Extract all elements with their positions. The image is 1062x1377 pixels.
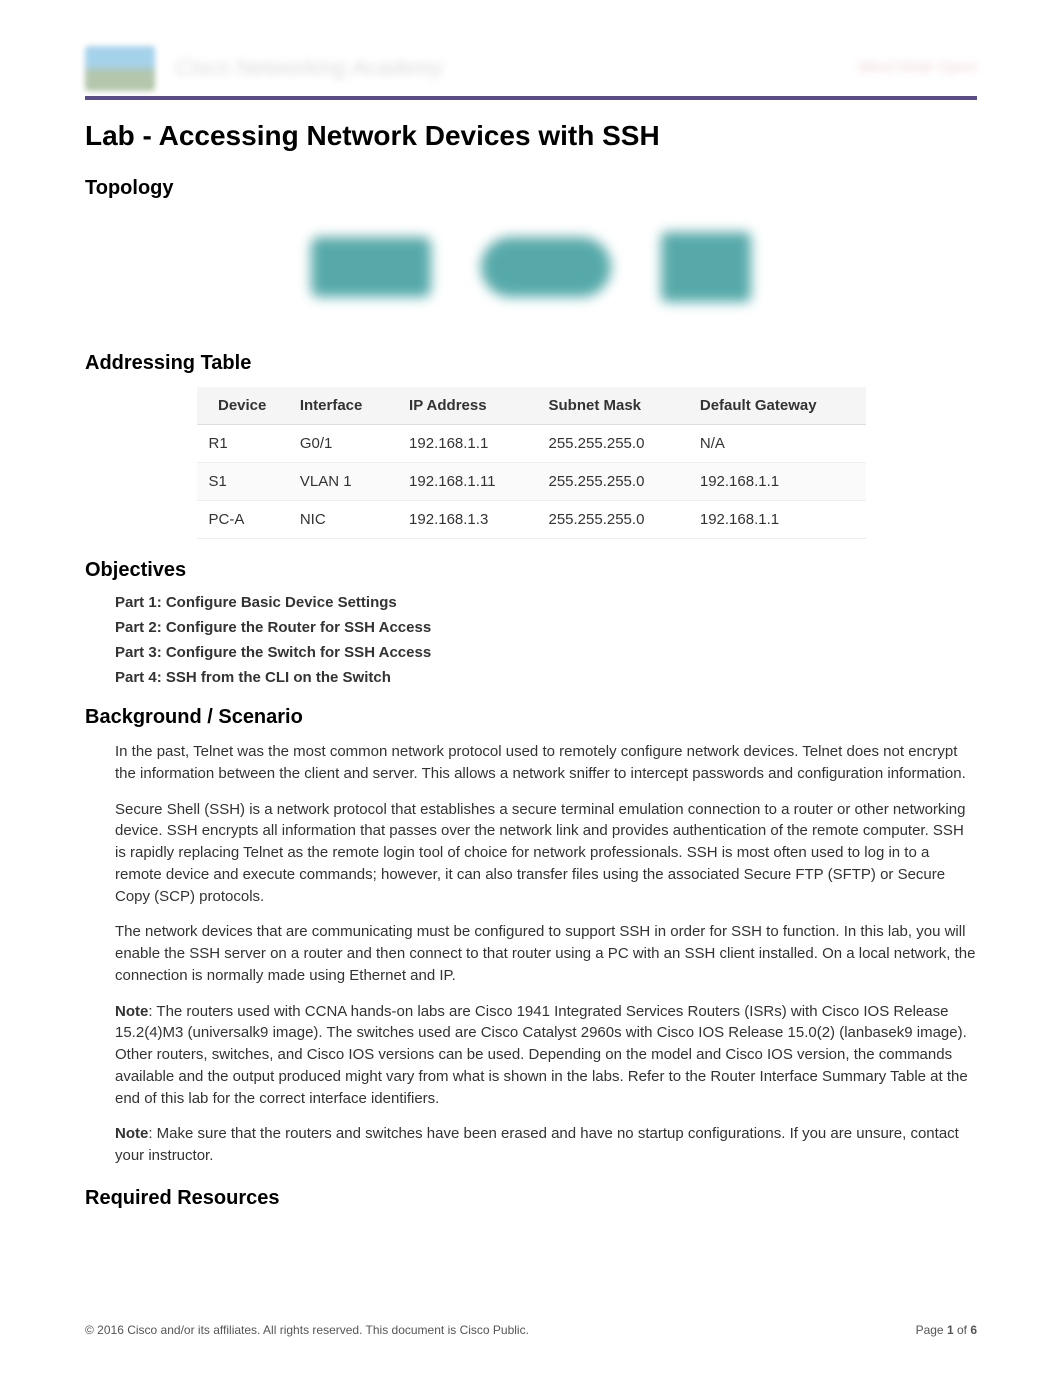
switch-icon bbox=[311, 237, 431, 297]
col-interface: Interface bbox=[288, 387, 397, 425]
paragraph: The network devices that are communicati… bbox=[115, 921, 977, 986]
section-objectives-heading: Objectives bbox=[85, 559, 977, 582]
paragraph: Secure Shell (SSH) is a network protocol… bbox=[115, 799, 977, 908]
page-footer: © 2016 Cisco and/or its affiliates. All … bbox=[85, 1323, 977, 1337]
cell: G0/1 bbox=[288, 425, 397, 463]
footer-current-page: 1 bbox=[947, 1323, 954, 1337]
section-addressing-heading: Addressing Table bbox=[85, 352, 977, 375]
cell: N/A bbox=[688, 425, 866, 463]
paragraph-note: Note: Make sure that the routers and swi… bbox=[115, 1123, 977, 1167]
cell: S1 bbox=[197, 463, 288, 501]
paragraph-note: Note: The routers used with CCNA hands-o… bbox=[115, 1001, 977, 1110]
document-page: Cisco Networking Academy Mind Wide Open … bbox=[0, 0, 1062, 1377]
cell: 255.255.255.0 bbox=[536, 501, 687, 539]
footer-total-pages: 6 bbox=[970, 1323, 977, 1337]
cell: VLAN 1 bbox=[288, 463, 397, 501]
cell: 192.168.1.3 bbox=[397, 501, 536, 539]
note-prefix: Note bbox=[115, 1003, 148, 1020]
col-subnet: Subnet Mask bbox=[536, 387, 687, 425]
footer-page-prefix: Page bbox=[916, 1323, 947, 1337]
cisco-logo-icon bbox=[85, 46, 155, 91]
cell: 255.255.255.0 bbox=[536, 425, 687, 463]
addressing-table: Device Interface IP Address Subnet Mask … bbox=[197, 387, 866, 539]
note-text: : Make sure that the routers and switche… bbox=[115, 1125, 959, 1164]
col-device: Device bbox=[197, 387, 288, 425]
section-background-heading: Background / Scenario bbox=[85, 706, 977, 729]
footer-copyright: © 2016 Cisco and/or its affiliates. All … bbox=[85, 1323, 529, 1337]
document-title: Lab - Accessing Network Devices with SSH bbox=[85, 120, 977, 152]
cell: 192.168.1.1 bbox=[688, 501, 866, 539]
cell: 192.168.1.11 bbox=[397, 463, 536, 501]
topology-diagram bbox=[85, 212, 977, 332]
note-text: : The routers used with CCNA hands-on la… bbox=[115, 1003, 968, 1107]
cell: 192.168.1.1 bbox=[397, 425, 536, 463]
objective-item: Part 3: Configure the Switch for SSH Acc… bbox=[115, 644, 977, 661]
section-resources-heading: Required Resources bbox=[85, 1187, 977, 1210]
note-prefix: Note bbox=[115, 1125, 148, 1142]
cell: PC-A bbox=[197, 501, 288, 539]
col-ip: IP Address bbox=[397, 387, 536, 425]
paragraph: In the past, Telnet was the most common … bbox=[115, 741, 977, 785]
objective-item: Part 2: Configure the Router for SSH Acc… bbox=[115, 619, 977, 636]
cell: 255.255.255.0 bbox=[536, 463, 687, 501]
footer-page-number: Page 1 of 6 bbox=[916, 1323, 977, 1337]
header-right-text: Mind Wide Open bbox=[858, 59, 977, 77]
objective-item: Part 4: SSH from the CLI on the Switch bbox=[115, 669, 977, 686]
header-bar: Cisco Networking Academy Mind Wide Open bbox=[85, 40, 977, 100]
objectives-list: Part 1: Configure Basic Device Settings … bbox=[115, 594, 977, 686]
cell: 192.168.1.1 bbox=[688, 463, 866, 501]
col-gateway: Default Gateway bbox=[688, 387, 866, 425]
table-header-row: Device Interface IP Address Subnet Mask … bbox=[197, 387, 866, 425]
header-center-text: Cisco Networking Academy bbox=[175, 55, 858, 81]
table-row: PC-A NIC 192.168.1.3 255.255.255.0 192.1… bbox=[197, 501, 866, 539]
table-row: R1 G0/1 192.168.1.1 255.255.255.0 N/A bbox=[197, 425, 866, 463]
router-icon bbox=[481, 237, 611, 297]
section-topology-heading: Topology bbox=[85, 177, 977, 200]
cell: R1 bbox=[197, 425, 288, 463]
cell: NIC bbox=[288, 501, 397, 539]
table-row: S1 VLAN 1 192.168.1.11 255.255.255.0 192… bbox=[197, 463, 866, 501]
objective-item: Part 1: Configure Basic Device Settings bbox=[115, 594, 977, 611]
pc-icon bbox=[661, 232, 751, 302]
footer-of: of bbox=[954, 1323, 971, 1337]
